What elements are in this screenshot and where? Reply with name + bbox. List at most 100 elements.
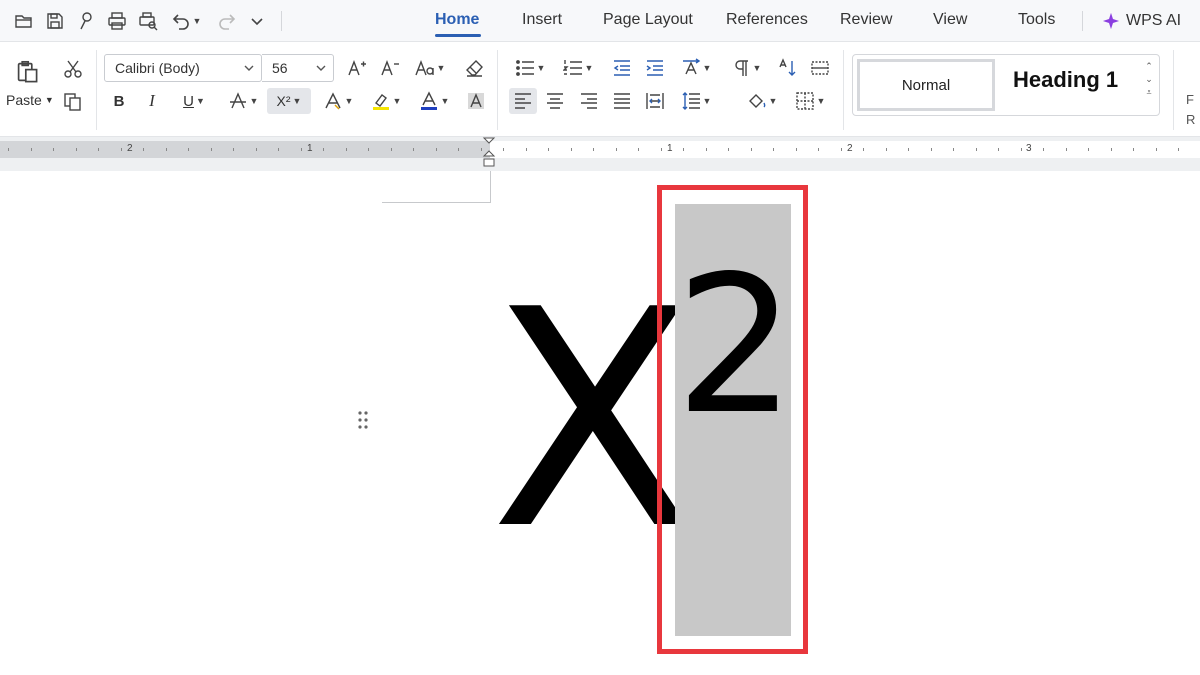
ruler-tick: [503, 148, 504, 151]
ruler-tick: [256, 148, 257, 151]
font-name-select[interactable]: Calibri (Body): [104, 54, 262, 82]
text-effects-button[interactable]: ▼: [320, 88, 356, 114]
chevron-down-icon[interactable]: ⌄: [1145, 74, 1153, 85]
pilcrow-icon: [734, 60, 748, 76]
ruler-tick: [1043, 148, 1044, 151]
ruler-tick: [1156, 148, 1157, 151]
more-styles-icon[interactable]: ⩡: [1146, 87, 1151, 98]
borders-layout-icon[interactable]: [808, 55, 832, 81]
ruler-tick: [413, 148, 414, 151]
document-page[interactable]: X 2: [0, 171, 1200, 675]
ruler-number: 2: [127, 143, 133, 154]
ruler-tick: [1111, 148, 1112, 151]
styles-gallery: Normal Heading 1 ⌃ ⌄ ⩡: [852, 54, 1160, 116]
divider: [281, 11, 282, 31]
italic-button[interactable]: I: [141, 88, 163, 114]
active-tab-indicator: [435, 34, 481, 37]
copy-icon[interactable]: [60, 89, 86, 115]
font-color-button[interactable]: ▼: [416, 88, 452, 114]
ruler-tick: [616, 148, 617, 151]
ruler-tick: [931, 148, 932, 151]
strikethrough-icon: [229, 92, 246, 109]
font-size-select[interactable]: 56: [262, 54, 334, 82]
format-painter-icon[interactable]: [74, 9, 98, 33]
divider: [497, 50, 498, 130]
tab-view[interactable]: View: [933, 11, 967, 29]
save-icon[interactable]: [43, 9, 67, 33]
indent-marker-icon[interactable]: [482, 137, 496, 169]
ruler-tick: [53, 148, 54, 151]
distributed-align-icon[interactable]: [643, 88, 667, 114]
line-spacing-icon: [682, 92, 700, 110]
underline-button[interactable]: U ▼: [176, 88, 212, 114]
clear-formatting-icon[interactable]: [462, 55, 486, 81]
ruler-tick: [706, 148, 707, 151]
text-direction-button[interactable]: ▼: [678, 55, 714, 81]
chevron-down-icon: ▼: [440, 96, 450, 106]
ruler-tick: [953, 148, 954, 151]
borders-button[interactable]: ▼: [792, 88, 828, 114]
drag-handle-icon[interactable]: [357, 410, 369, 430]
tab-insert[interactable]: Insert: [522, 11, 562, 29]
cut-icon[interactable]: [60, 56, 86, 82]
chevron-down-icon: ▼: [436, 63, 446, 73]
numbering-button[interactable]: ▼: [560, 55, 596, 81]
truncated-label: F: [1186, 92, 1194, 107]
undo-icon[interactable]: ▼: [168, 9, 204, 33]
ruler-tick: [548, 148, 549, 151]
bullets-button[interactable]: ▼: [512, 55, 548, 81]
chevron-down-icon: ▼: [536, 63, 546, 73]
customize-icon[interactable]: [245, 9, 269, 33]
tab-references[interactable]: References: [726, 11, 808, 29]
strikethrough-button[interactable]: ▼: [225, 88, 261, 114]
decrease-indent-icon[interactable]: [610, 55, 634, 81]
ruler-tick: [233, 148, 234, 151]
shading-button[interactable]: ▼: [744, 88, 780, 114]
font-name-value: Calibri (Body): [115, 60, 200, 76]
change-case-button[interactable]: ▼: [412, 55, 448, 81]
divider: [1082, 11, 1083, 31]
open-folder-icon[interactable]: [12, 9, 36, 33]
wps-ai-button[interactable]: WPS AI: [1102, 9, 1181, 33]
paste-icon[interactable]: [12, 56, 42, 88]
ruler-tick: [683, 148, 684, 151]
chevron-down-icon: [316, 65, 326, 71]
chevron-down-icon: ▼: [702, 96, 712, 106]
superscript-button[interactable]: X² ▼: [267, 88, 311, 114]
paragraph-marks-button[interactable]: ▼: [728, 55, 764, 81]
align-right-icon[interactable]: [577, 88, 601, 114]
superscript-label: X²: [276, 93, 291, 109]
justify-icon[interactable]: [610, 88, 634, 114]
gallery-scroll[interactable]: ⌃ ⌄ ⩡: [1143, 61, 1155, 98]
ruler-tick: [1088, 148, 1089, 151]
style-heading-1[interactable]: Heading 1: [1013, 67, 1118, 93]
style-normal[interactable]: Normal: [857, 59, 995, 111]
ruler-tick: [166, 148, 167, 151]
align-left-icon[interactable]: [509, 88, 537, 114]
chevron-up-icon[interactable]: ⌃: [1145, 61, 1153, 72]
tab-page-layout[interactable]: Page Layout: [603, 11, 693, 29]
menu-bar: ▼ Home Insert Page Layout References Rev…: [0, 0, 1200, 42]
sort-icon[interactable]: [776, 55, 800, 81]
chevron-down-icon: ▼: [702, 63, 712, 73]
tab-home[interactable]: Home: [435, 11, 479, 29]
horizontal-ruler[interactable]: 2 1 1 2 3: [0, 141, 1200, 158]
decrease-font-size-icon[interactable]: [378, 55, 402, 81]
ruler-tick: [908, 148, 909, 151]
tab-tools[interactable]: Tools: [1018, 11, 1055, 29]
character-shading-icon[interactable]: [464, 88, 488, 114]
increase-font-size-icon[interactable]: [345, 55, 369, 81]
tab-review[interactable]: Review: [840, 11, 892, 29]
ruler-tick: [458, 148, 459, 151]
increase-indent-icon[interactable]: [643, 55, 667, 81]
highlight-button[interactable]: ▼: [368, 88, 404, 114]
paste-button[interactable]: Paste ▼: [6, 92, 54, 108]
change-case-icon: [414, 60, 434, 76]
ruler-tick: [436, 148, 437, 151]
line-spacing-button[interactable]: ▼: [678, 88, 714, 114]
print-icon[interactable]: [105, 9, 129, 33]
bold-button[interactable]: B: [108, 88, 130, 114]
redo-icon[interactable]: [215, 9, 239, 33]
align-center-icon[interactable]: [543, 88, 567, 114]
print-preview-icon[interactable]: [136, 9, 160, 33]
